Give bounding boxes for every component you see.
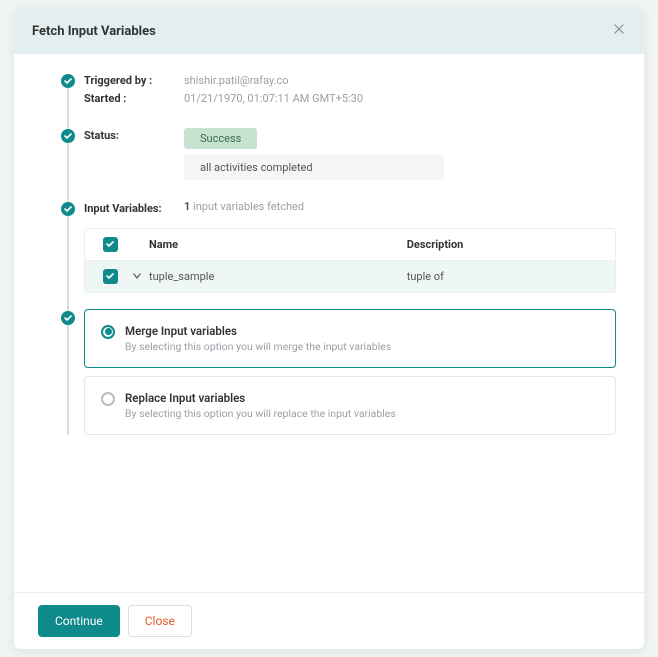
check-icon [61, 129, 75, 143]
continue-button[interactable]: Continue [38, 605, 120, 637]
status-label: Status: [84, 127, 184, 145]
option-replace-title: Replace Input variables [125, 391, 396, 405]
table-header: Name Description [85, 229, 615, 261]
step-status: Status: Success all activities completed [62, 127, 616, 180]
triggered-by-label: Triggered by : [84, 72, 184, 90]
check-icon [61, 311, 75, 325]
radio-replace[interactable] [101, 392, 115, 406]
close-icon[interactable] [612, 22, 626, 40]
row-name: tuple_sample [149, 270, 407, 283]
input-variables-label: Input Variables: [84, 200, 184, 218]
chevron-down-icon[interactable] [125, 271, 149, 281]
step-triggered: Triggered by : shishir.patil@rafay.co St… [62, 72, 616, 107]
column-description: Description [407, 238, 605, 251]
column-name: Name [149, 238, 407, 251]
options-panel: Merge Input variables By selecting this … [84, 309, 616, 435]
close-button[interactable]: Close [128, 605, 192, 637]
started-label: Started : [84, 90, 184, 108]
fetch-input-variables-modal: Fetch Input Variables Triggered by : shi… [14, 8, 644, 649]
started-value: 01/21/1970, 01:07:11 AM GMT+5:30 [184, 90, 363, 108]
option-merge-desc: By selecting this option you will merge … [125, 340, 391, 353]
step-input-variables: Input Variables: 1 input variables fetch… [62, 200, 616, 293]
option-replace[interactable]: Replace Input variables By selecting thi… [84, 376, 616, 435]
status-message: all activities completed [184, 155, 444, 180]
timeline: Triggered by : shishir.patil@rafay.co St… [62, 72, 616, 435]
triggered-by-value: shishir.patil@rafay.co [184, 72, 289, 90]
modal-header: Fetch Input Variables [14, 8, 644, 54]
variables-table: Name Description [84, 228, 616, 293]
row-checkbox[interactable] [103, 269, 118, 284]
option-merge-title: Merge Input variables [125, 324, 391, 338]
radio-merge[interactable] [101, 325, 115, 339]
fetched-count-text: input variables fetched [193, 200, 304, 213]
fetched-count: 1 input variables fetched [184, 200, 304, 213]
option-merge[interactable]: Merge Input variables By selecting this … [84, 309, 616, 368]
check-icon [61, 202, 75, 216]
table-row[interactable]: tuple_sample tuple of [85, 261, 615, 292]
step-options: Merge Input variables By selecting this … [62, 309, 616, 435]
row-description: tuple of [407, 270, 605, 283]
modal-title: Fetch Input Variables [32, 24, 156, 39]
select-all-checkbox[interactable] [103, 237, 118, 252]
option-replace-desc: By selecting this option you will replac… [125, 407, 396, 420]
fetched-count-number: 1 [184, 200, 190, 213]
check-icon [61, 74, 75, 88]
modal-footer: Continue Close [14, 592, 644, 649]
status-badge: Success [184, 128, 257, 149]
modal-body: Triggered by : shishir.patil@rafay.co St… [14, 54, 644, 592]
